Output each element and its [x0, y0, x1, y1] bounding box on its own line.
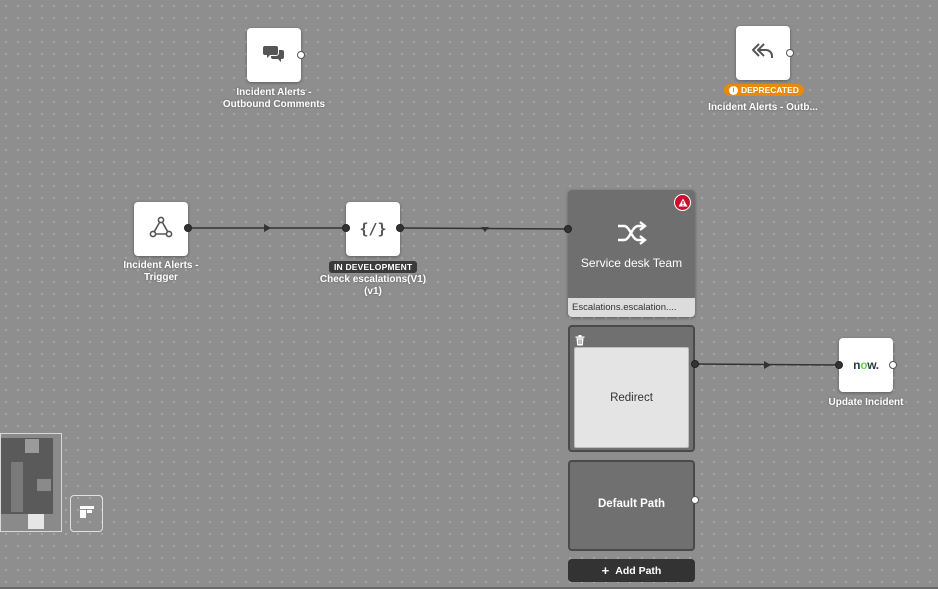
- add-path-label: Add Path: [615, 564, 662, 577]
- flow-canvas[interactable]: Incident Alerts - Outbound Comments i DE…: [0, 0, 938, 589]
- output-port[interactable]: [889, 361, 897, 369]
- input-port[interactable]: [342, 224, 350, 232]
- arrow-marker: [764, 361, 771, 369]
- update-incident-label: Update Incident: [828, 397, 904, 408]
- output-port[interactable]: [691, 496, 699, 504]
- minimap-toggle-button[interactable]: [70, 495, 103, 532]
- output-port[interactable]: [786, 49, 794, 57]
- check-escalations-label: Check escalations(V1) (v1): [319, 274, 427, 297]
- input-port[interactable]: [835, 361, 843, 369]
- output-port[interactable]: [396, 224, 404, 232]
- warning-icon[interactable]: [674, 194, 691, 211]
- input-port[interactable]: [564, 225, 572, 233]
- arrow-marker: [481, 227, 489, 232]
- arrow-marker: [264, 224, 271, 232]
- minimap-node: [28, 514, 44, 529]
- outbound-deprecated-label: Incident Alerts - Outb...: [708, 102, 818, 113]
- minimap-icon: [79, 505, 94, 523]
- minimap-node: [11, 462, 23, 512]
- output-port[interactable]: [691, 360, 699, 368]
- webhook-icon: [148, 215, 174, 244]
- outbound-deprecated-node[interactable]: [736, 26, 790, 80]
- minimap-node: [25, 439, 39, 453]
- check-escalations-node[interactable]: {/}: [346, 202, 400, 256]
- output-port[interactable]: [297, 51, 305, 59]
- reply-all-icon: [751, 41, 775, 66]
- outbound-comments-label: Incident Alerts - Outbound Comments: [222, 87, 326, 110]
- deprecated-badge: i DEPRECATED: [724, 84, 804, 96]
- trigger-node[interactable]: [134, 202, 188, 256]
- servicenow-logo: now.: [853, 358, 879, 372]
- plus-icon: +: [601, 563, 610, 578]
- decision-condition: Escalations.escalation....: [568, 298, 695, 317]
- redirect-label: Redirect: [574, 347, 689, 448]
- path-redirect[interactable]: Redirect: [568, 325, 695, 452]
- default-path-label: Default Path: [597, 498, 666, 510]
- info-icon: i: [729, 85, 738, 95]
- minimap-node: [37, 479, 51, 491]
- minimap[interactable]: [0, 433, 62, 532]
- code-icon: {/}: [359, 220, 387, 238]
- trigger-label: Incident Alerts - Trigger: [123, 260, 199, 283]
- path-default[interactable]: Default Path: [568, 460, 695, 551]
- in-development-badge: IN DEVELOPMENT: [329, 261, 418, 273]
- decision-node-service-desk-team[interactable]: Service desk Team Escalations.escalation…: [568, 190, 695, 317]
- outbound-comments-node[interactable]: [247, 28, 301, 82]
- update-incident-node[interactable]: now.: [839, 338, 893, 392]
- decision-title: Service desk Team: [580, 256, 683, 270]
- add-path-button[interactable]: + Add Path: [568, 559, 695, 582]
- output-port[interactable]: [184, 224, 192, 232]
- shuffle-icon: [616, 218, 648, 253]
- chat-bubbles-icon: [263, 44, 285, 67]
